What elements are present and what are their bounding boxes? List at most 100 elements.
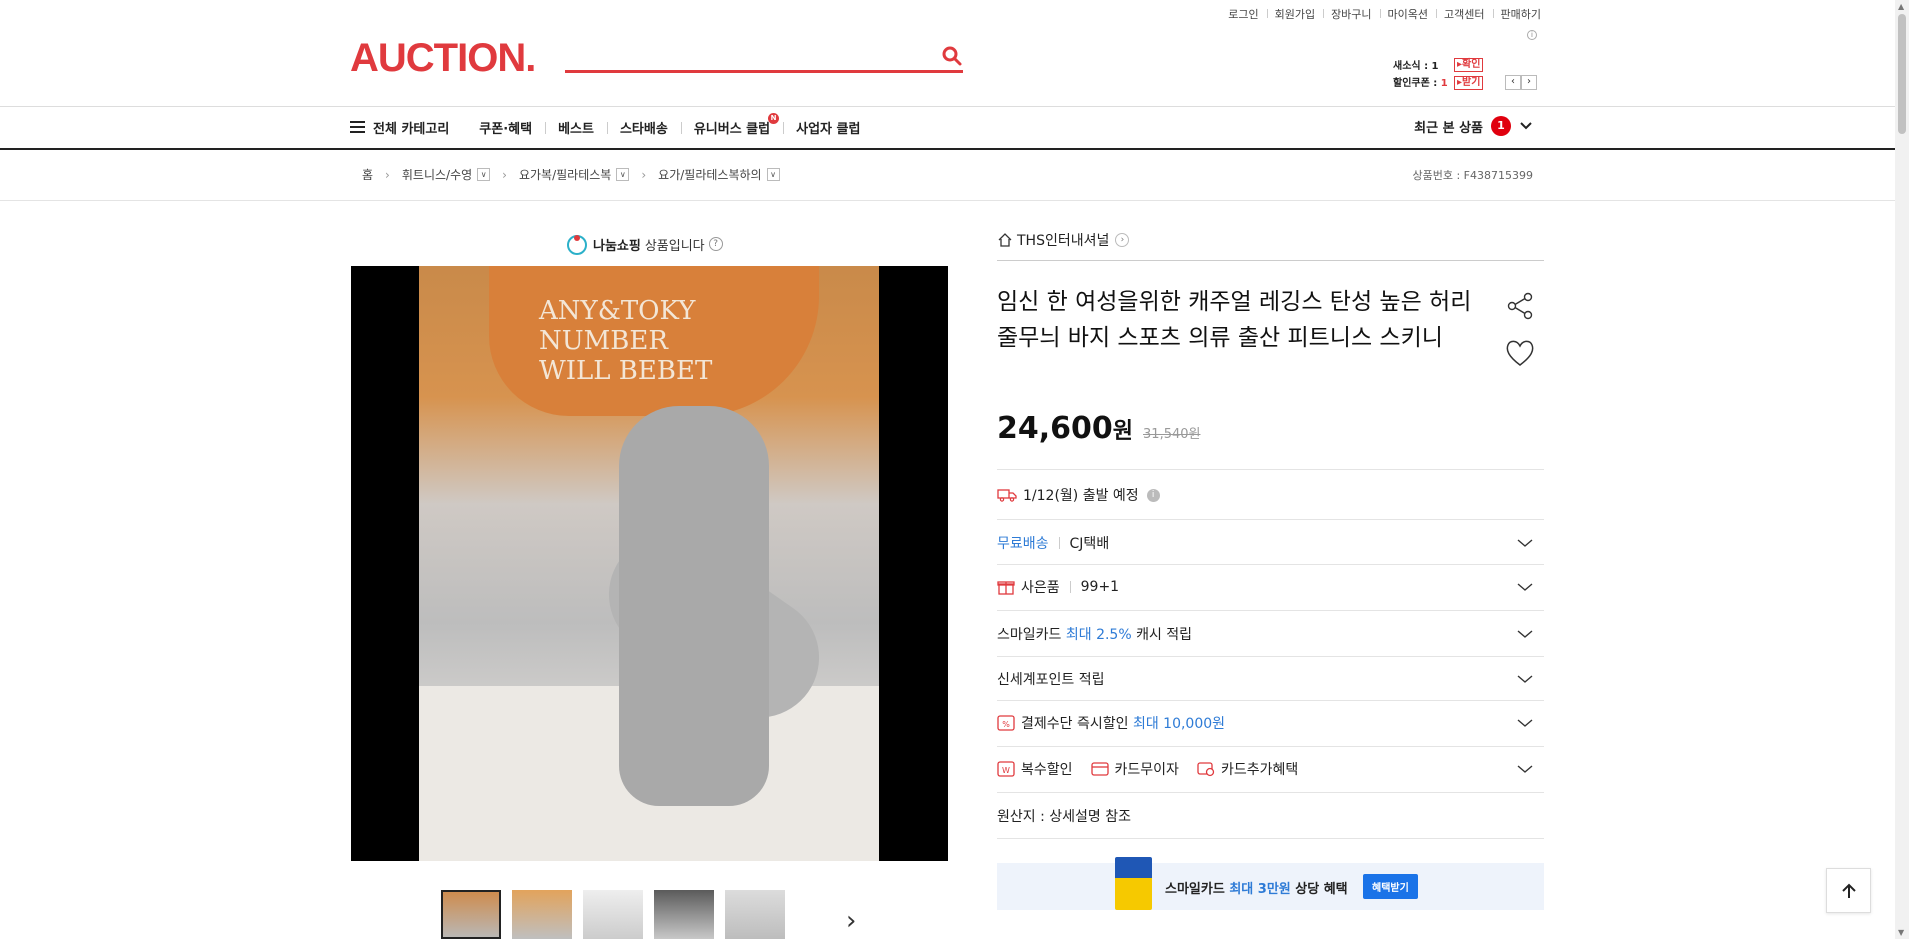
chevron-down-icon[interactable] bbox=[1519, 121, 1533, 131]
smilecard-row[interactable]: 스마일카드 최대 2.5% 캐시 적립 bbox=[997, 623, 1544, 645]
breadcrumb-arrow-icon: › bbox=[502, 167, 507, 182]
nav-item-coupon[interactable]: 쿠폰·혜택 bbox=[466, 118, 545, 137]
origin-row: 원산지 : 상세설명 참조 bbox=[997, 805, 1544, 827]
breadcrumb-divider bbox=[0, 200, 1895, 201]
smilecard-banner[interactable]: 스마일카드 최대 3만원 상당 혜택 혜택받기 bbox=[997, 857, 1544, 910]
sell-link[interactable]: 판매하기 bbox=[1492, 6, 1549, 22]
news-confirm-button[interactable]: ▸확인 bbox=[1454, 58, 1484, 72]
heart-icon[interactable] bbox=[1504, 338, 1536, 368]
auction-logo[interactable]: AUCTION. bbox=[350, 38, 536, 78]
breadcrumb-item-2[interactable]: 요가복/필라테스복 bbox=[519, 166, 611, 183]
all-categories[interactable]: 전체 카테고리 bbox=[373, 118, 449, 137]
gift-icon bbox=[997, 581, 1015, 595]
chevron-left-icon[interactable]: ‹ bbox=[1505, 75, 1521, 90]
multi-discount-label: 복수할인 bbox=[1021, 762, 1073, 778]
nanum-shopping-label: 나눔쇼핑 상품입니다 ? bbox=[565, 232, 723, 256]
nav-item-universe-label: 유니버스 클럽 bbox=[693, 121, 771, 137]
nav-item-star-delivery[interactable]: 스타배송 bbox=[606, 118, 681, 137]
page-scrollbar[interactable]: ▲ ▼ bbox=[1895, 0, 1909, 939]
price-unit: 원 bbox=[1112, 419, 1134, 444]
chevron-down-icon[interactable]: ∨ bbox=[616, 168, 630, 181]
login-link[interactable]: 로그인 bbox=[1220, 6, 1266, 22]
nav-item-business-club[interactable]: 사업자 클럽 bbox=[783, 118, 873, 137]
nav-item-best[interactable]: 베스트 bbox=[545, 118, 607, 137]
scroll-to-top-button[interactable] bbox=[1826, 868, 1871, 913]
benefits-row[interactable]: W 복수할인 카드무이자 카드추가혜택 bbox=[997, 758, 1544, 780]
chevron-right-icon[interactable]: › bbox=[1521, 75, 1537, 90]
product-main-image[interactable]: ANY&TOKY NUMBER WILL BEBET bbox=[351, 266, 948, 861]
seller-link[interactable]: THS인터내셔널 › bbox=[997, 230, 1130, 250]
breadcrumb-home[interactable]: 홈 bbox=[362, 166, 373, 183]
utility-links: 로그인 회원가입 장바구니 마이옥션 고객센터 판매하기 bbox=[1220, 6, 1549, 22]
discount-icon: % bbox=[997, 715, 1015, 731]
my-auction-link[interactable]: 마이옥션 bbox=[1379, 6, 1436, 22]
chevron-down-icon[interactable] bbox=[1516, 718, 1534, 728]
coupon-count[interactable]: 1 bbox=[1441, 78, 1448, 89]
recent-viewed[interactable]: 최근 본 상품 1 bbox=[1414, 116, 1533, 136]
thumbnail-item[interactable] bbox=[512, 890, 572, 939]
chevron-down-icon[interactable] bbox=[1516, 582, 1534, 592]
new-badge: N bbox=[768, 112, 780, 124]
breadcrumb-arrow-icon: › bbox=[385, 167, 390, 182]
help-icon[interactable]: ? bbox=[708, 237, 723, 251]
info-icon[interactable]: i bbox=[1527, 30, 1537, 40]
coupon-receive-button[interactable]: ▸받기 bbox=[1454, 76, 1484, 90]
thumbnail-item[interactable] bbox=[725, 890, 785, 939]
thumbnail-item[interactable] bbox=[654, 890, 714, 939]
shipping-date: 1/12(월) 출발 예정 bbox=[1023, 488, 1139, 504]
divider bbox=[997, 610, 1544, 611]
nav-divider-top bbox=[0, 106, 1895, 107]
nanum-brand: 나눔쇼핑 bbox=[593, 238, 641, 254]
divider bbox=[997, 656, 1544, 657]
thumbnail-list bbox=[441, 890, 785, 939]
benefit-receive-button[interactable]: 혜택받기 bbox=[1363, 874, 1418, 899]
smilecard-text-c: 캐시 적립 bbox=[1131, 627, 1193, 643]
search-input[interactable] bbox=[570, 44, 920, 68]
photo-leg bbox=[619, 406, 769, 806]
origin-label: 원산지 : 상세설명 참조 bbox=[997, 809, 1131, 825]
payment-max-discount: 최대 10,000원 bbox=[1132, 716, 1226, 732]
gift-row[interactable]: 사은품 99+1 bbox=[997, 576, 1544, 598]
signup-link[interactable]: 회원가입 bbox=[1266, 6, 1323, 22]
smilecard-image bbox=[1115, 857, 1152, 910]
breadcrumb-arrow-icon: › bbox=[641, 167, 647, 182]
banner-text-a: 스마일카드 bbox=[1165, 882, 1230, 897]
delivery-row[interactable]: 무료배송 CJ택배 bbox=[997, 532, 1544, 554]
chevron-down-icon[interactable] bbox=[1516, 629, 1534, 639]
hamburger-icon[interactable] bbox=[350, 121, 365, 133]
divider bbox=[997, 792, 1544, 793]
info-icon[interactable]: i bbox=[1146, 488, 1160, 502]
mini-info: 새소식 : 1 할인쿠폰 : 1 bbox=[1393, 58, 1448, 92]
chevron-down-icon[interactable] bbox=[1516, 764, 1534, 774]
photo-sweater-text: ANY&TOKY NUMBER WILL BEBET bbox=[539, 296, 713, 386]
chevron-down-icon[interactable] bbox=[1516, 674, 1534, 684]
scroll-down-icon[interactable]: ▼ bbox=[1898, 928, 1904, 937]
smilecard-text-a: 스마일카드 bbox=[997, 627, 1066, 643]
chevron-down-icon[interactable]: ∨ bbox=[477, 168, 491, 181]
thumbnail-next-icon[interactable]: › bbox=[846, 906, 856, 936]
main-nav: 전체 카테고리 쿠폰·혜택 베스트 스타배송 유니버스 클럽 N 사업자 클럽 bbox=[350, 112, 873, 138]
chevron-down-icon[interactable]: ∨ bbox=[766, 168, 780, 181]
current-price: 24,600 bbox=[997, 411, 1113, 446]
divider bbox=[997, 469, 1544, 470]
coupon-label: 할인쿠폰 : bbox=[1393, 78, 1441, 89]
gift-label: 사은품 bbox=[1021, 580, 1060, 596]
cart-link[interactable]: 장바구니 bbox=[1323, 6, 1379, 22]
thumbnail-item[interactable] bbox=[583, 890, 643, 939]
banner-text: 스마일카드 최대 3만원 상당 혜택 bbox=[1165, 878, 1348, 897]
breadcrumb-item-3[interactable]: 요가/필라테스복하의 bbox=[658, 166, 761, 183]
nav-item-universe-club[interactable]: 유니버스 클럽 N bbox=[680, 112, 783, 137]
thumbnail-item[interactable] bbox=[441, 890, 501, 939]
banner-text-c: 상당 혜택 bbox=[1290, 882, 1348, 897]
breadcrumb-item-1[interactable]: 휘트니스/수영 bbox=[402, 166, 472, 183]
svg-text:%: % bbox=[1002, 720, 1010, 729]
share-icon[interactable] bbox=[1505, 291, 1535, 321]
chevron-down-icon[interactable] bbox=[1516, 538, 1534, 548]
scrollbar-thumb[interactable] bbox=[1898, 14, 1906, 134]
payment-discount-row[interactable]: % 결제수단 즉시할인 최대 10,000원 bbox=[997, 712, 1544, 734]
customer-center-link[interactable]: 고객센터 bbox=[1436, 6, 1492, 22]
card-no-interest-label: 카드무이자 bbox=[1114, 762, 1179, 778]
shinsegae-row[interactable]: 신세계포인트 적립 bbox=[997, 668, 1544, 690]
search-icon[interactable] bbox=[940, 44, 964, 68]
scroll-up-icon[interactable]: ▲ bbox=[1898, 2, 1904, 11]
